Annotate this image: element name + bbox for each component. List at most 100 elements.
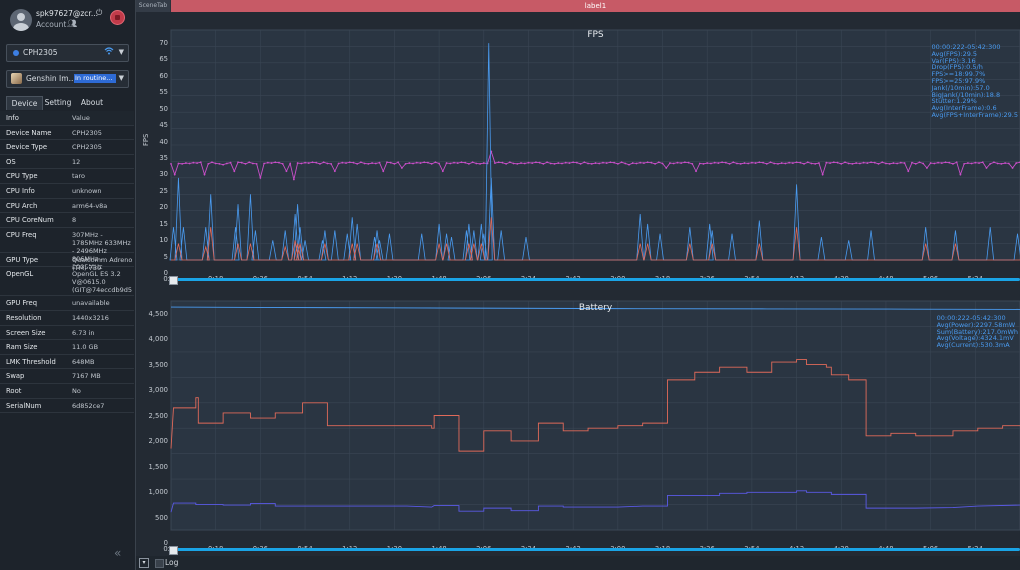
- table-row: Root No: [0, 384, 134, 399]
- logout-icon[interactable]: ⏻: [96, 8, 102, 18]
- info-key: OpenGL: [6, 270, 34, 279]
- device-status-icon: [13, 50, 19, 56]
- fps-avg-point: [583, 161, 586, 164]
- fps-avg-point: [970, 162, 973, 165]
- fps-avg-point: [862, 161, 865, 164]
- info-key: OS: [6, 157, 16, 166]
- device-select[interactable]: CPH2305 ▼: [6, 44, 129, 62]
- table-row: Screen Size 6.73 in: [0, 326, 134, 341]
- chevron-down-icon: ▼: [118, 74, 124, 82]
- fps-avg-point: [665, 167, 668, 169]
- fps-avg-point: [747, 162, 750, 165]
- fps-avg-point: [449, 162, 452, 165]
- fps-avg-point: [691, 162, 694, 165]
- fps-avg-point: [933, 162, 936, 165]
- fps-avg-point: [378, 161, 381, 164]
- table-row: SerialNum 6d852ce7: [0, 399, 134, 414]
- table-row: CPU Freq 307MHz - 1785MHz 633MHz - 2496MH…: [0, 228, 134, 271]
- fps-avg-point: [467, 162, 470, 165]
- fps-avg-point: [952, 162, 954, 165]
- fps-avg-point: [356, 162, 359, 165]
- tab-about[interactable]: About: [76, 96, 108, 109]
- fps-avg-point: [974, 161, 977, 164]
- table-row: GPU Type Qualcomm Adreno (TM) 730: [0, 253, 134, 272]
- fps-avg-point: [810, 162, 813, 165]
- fps-avg-point: [508, 161, 511, 164]
- collapse-sidebar-icon[interactable]: «: [114, 546, 121, 560]
- tab-setting[interactable]: Setting: [42, 96, 74, 109]
- fps-avg-point: [319, 162, 321, 165]
- fps-avg-point: [333, 170, 336, 173]
- info-key: Device Name: [6, 128, 52, 137]
- label-tab[interactable]: label1: [171, 0, 1020, 12]
- fps-avg-point: [739, 162, 742, 165]
- fps-avg-point: [538, 161, 541, 164]
- fps-avg-point: [304, 161, 306, 164]
- fps-avg-point: [397, 161, 400, 164]
- fps-avg-point: [1011, 167, 1014, 169]
- fps-avg-point: [639, 161, 642, 164]
- fps-avg-point: [292, 178, 295, 181]
- record-button[interactable]: [110, 10, 125, 25]
- fps-avg-point: [847, 162, 850, 165]
- scene-tab[interactable]: SceneTab: [136, 0, 170, 12]
- fps-avg-point: [266, 161, 269, 164]
- fps-avg-point: [456, 162, 459, 164]
- fps-avg-point: [892, 162, 895, 164]
- account-panel: spk97627@zcr... ⏻ Account 👥︎: [8, 7, 130, 35]
- fps-avg-point: [851, 162, 854, 165]
- fps-avg-point: [680, 162, 683, 164]
- fps-avg-point: [285, 170, 288, 173]
- fps-avg-point: [341, 161, 344, 164]
- fps-avg-point: [352, 161, 355, 164]
- info-key: SerialNum: [6, 401, 42, 410]
- app-select[interactable]: Genshin Im... In routine... ▼: [6, 70, 129, 88]
- users-icon[interactable]: 👥︎: [67, 19, 77, 28]
- info-key: Device Type: [6, 143, 48, 152]
- fps-avg-point: [527, 161, 530, 164]
- fps-avg-point: [702, 162, 705, 165]
- fps-avg-point: [255, 162, 258, 165]
- fps-avg-point: [520, 162, 522, 164]
- fps-avg-point: [557, 162, 560, 164]
- fps-avg-point: [248, 161, 251, 164]
- fps-avg-point: [408, 162, 411, 164]
- table-row: OpenGL OpenGL ES 3.2 V@0615.0 (GIT@74eccd…: [0, 267, 134, 297]
- fps-avg-point: [345, 162, 347, 164]
- fps-avg-point: [494, 162, 496, 164]
- app-status-badge: In routine...: [74, 74, 116, 83]
- log-checkbox[interactable]: [155, 559, 164, 568]
- fps-avg-point: [750, 161, 753, 164]
- tab-device[interactable]: Device: [6, 96, 43, 110]
- fps-avg-point: [598, 162, 601, 165]
- fps-avg-point: [814, 162, 817, 165]
- fps-avg-point: [184, 162, 187, 164]
- fps-avg-point: [237, 161, 239, 164]
- log-label: Log: [165, 558, 179, 567]
- fps-avg-point: [360, 161, 362, 164]
- fps-avg-point: [482, 162, 485, 164]
- fps-avg-point: [542, 162, 545, 165]
- fps-avg-point: [762, 161, 764, 164]
- fps-avg-point: [270, 162, 273, 164]
- fps-avg-point: [966, 162, 969, 164]
- fps-avg-point: [1007, 162, 1010, 165]
- avatar[interactable]: [10, 9, 32, 31]
- collapse-panel-button[interactable]: ▾: [139, 558, 149, 568]
- fps-avg-point: [218, 162, 221, 165]
- fps-avg-point: [214, 162, 217, 165]
- fps-avg-point: [263, 162, 265, 165]
- fps-avg-point: [419, 162, 422, 164]
- fps-avg-point: [903, 162, 906, 164]
- fps-avg-point: [717, 162, 720, 164]
- fps-avg-point: [721, 161, 724, 164]
- fps-avg-point: [188, 162, 191, 165]
- fps-avg-point: [881, 161, 884, 164]
- fps-avg-point: [832, 161, 835, 164]
- fps-avg-point: [438, 162, 441, 165]
- fps-avg-point: [791, 162, 794, 164]
- fps-avg-point: [177, 162, 180, 165]
- fps-avg-point: [278, 161, 280, 164]
- fps-avg-point: [784, 162, 787, 165]
- fps-avg-point: [724, 161, 727, 164]
